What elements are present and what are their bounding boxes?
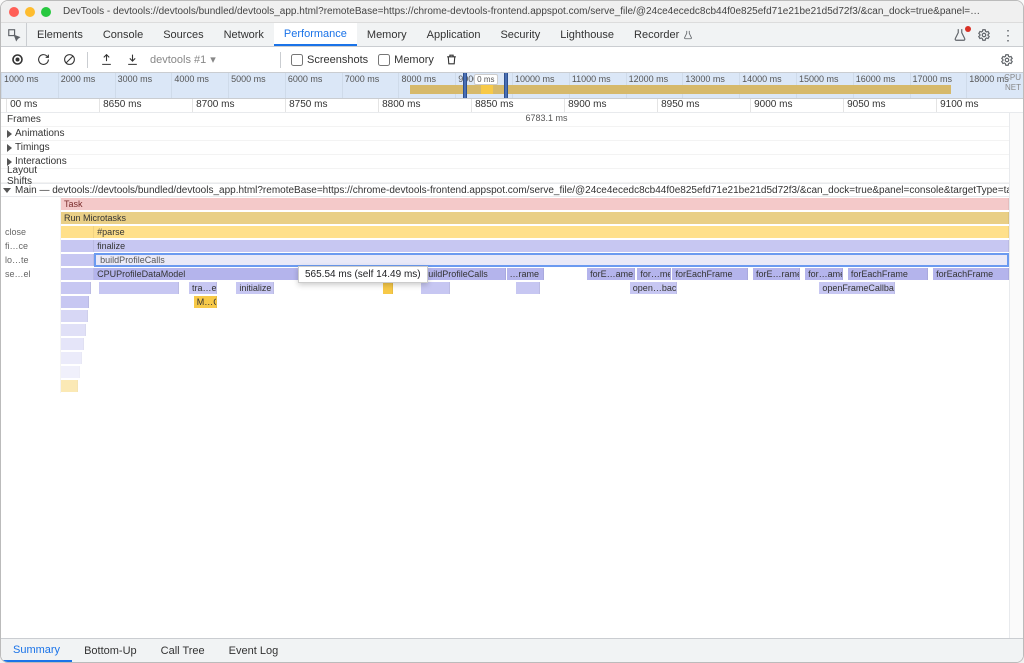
track-main-header[interactable]: Main — devtools://devtools/bundled/devto… xyxy=(1,183,1009,197)
flame-microtasks[interactable]: Run Microtasks xyxy=(61,212,1009,224)
window-title: DevTools - devtools://devtools/bundled/d… xyxy=(63,6,983,17)
flame-finalize[interactable]: finalize xyxy=(94,240,1009,252)
window-minimize-button[interactable] xyxy=(25,7,35,17)
flame-bar[interactable] xyxy=(99,282,180,294)
experiments-icon[interactable] xyxy=(953,28,967,42)
flame-bar[interactable] xyxy=(61,282,91,294)
more-menu-icon[interactable]: ⋮ xyxy=(1001,28,1015,42)
chevron-down-icon: ▾ xyxy=(210,53,216,66)
tab-lighthouse[interactable]: Lighthouse xyxy=(550,23,624,46)
record-button[interactable] xyxy=(9,52,25,68)
details-tabs: Summary Bottom-Up Call Tree Event Log xyxy=(1,638,1023,662)
tab-application[interactable]: Application xyxy=(417,23,491,46)
flame-frame[interactable]: forEachFrame xyxy=(933,268,1009,280)
flame-bar[interactable] xyxy=(61,352,82,364)
reload-record-button[interactable] xyxy=(35,52,51,68)
flame-bar[interactable] xyxy=(61,310,88,322)
track-frames[interactable]: Frames 6783.1 ms xyxy=(1,113,1009,127)
flame-bar[interactable] xyxy=(61,268,94,280)
flame-bar[interactable] xyxy=(61,324,86,336)
flame-frame[interactable]: forEachFrame xyxy=(672,268,748,280)
flame-task[interactable]: Task xyxy=(61,198,1009,210)
tab-performance[interactable]: Performance xyxy=(274,23,357,46)
details-tab-eventlog[interactable]: Event Log xyxy=(217,639,291,662)
main-flamechart[interactable]: Task Run Microtasks close #parse xyxy=(1,197,1009,393)
overview-tick: 1000 ms xyxy=(1,73,58,98)
flame-bar[interactable] xyxy=(61,254,94,266)
vertical-scrollbar[interactable] xyxy=(1009,113,1023,638)
timeline-ruler[interactable]: 00 ms 8650 ms 8700 ms 8750 ms 8800 ms 88… xyxy=(1,99,1023,113)
settings-gear-icon[interactable] xyxy=(977,28,991,42)
flame-bar[interactable] xyxy=(61,226,94,238)
perf-toolbar: devtools #1 ▾ Screenshots Memory xyxy=(1,47,1023,73)
track-layout-shifts[interactable]: Layout Shifts xyxy=(1,169,1009,183)
flask-icon xyxy=(683,30,693,40)
devtools-tabs: Elements Console Sources Network Perform… xyxy=(1,23,1023,47)
flamechart-area: 00 ms 8650 ms 8700 ms 8750 ms 8800 ms 88… xyxy=(1,99,1023,638)
flame-frame[interactable]: for…ame xyxy=(805,268,843,280)
flame-openframecallback[interactable]: openFrameCallback xyxy=(819,282,895,294)
overview-right-labels: CPU NET xyxy=(1004,73,1021,93)
flame-frame[interactable]: forE…rame xyxy=(753,268,800,280)
flame-mc[interactable]: M…C xyxy=(194,296,218,308)
flame-tooltip: 565.54 ms (self 14.49 ms) xyxy=(298,266,428,283)
upload-profile-button[interactable] xyxy=(98,52,114,68)
tab-network[interactable]: Network xyxy=(214,23,274,46)
overview-handle-left[interactable] xyxy=(463,73,467,98)
overview-selection-label: 0 ms xyxy=(474,74,497,85)
flame-bar[interactable] xyxy=(61,296,89,308)
flame-frame[interactable]: …rame xyxy=(507,268,545,280)
tab-elements[interactable]: Elements xyxy=(27,23,93,46)
flame-bar[interactable] xyxy=(61,240,94,252)
tab-console[interactable]: Console xyxy=(93,23,153,46)
flame-bar[interactable] xyxy=(61,380,78,392)
flame-frame[interactable]: forEachFrame xyxy=(848,268,929,280)
flame-side xyxy=(1,197,61,211)
flame-bar[interactable] xyxy=(61,338,84,350)
window-zoom-button[interactable] xyxy=(41,7,51,17)
flame-bar[interactable] xyxy=(383,282,392,294)
flame-bar[interactable] xyxy=(421,282,449,294)
window-close-button[interactable] xyxy=(9,7,19,17)
memory-checkbox[interactable]: Memory xyxy=(378,54,434,66)
details-tab-bottomup[interactable]: Bottom-Up xyxy=(72,639,149,662)
gc-trash-icon[interactable] xyxy=(444,52,460,68)
flame-selected[interactable]: buildProfileCalls xyxy=(94,253,1009,267)
tab-memory[interactable]: Memory xyxy=(357,23,417,46)
tab-sources[interactable]: Sources xyxy=(153,23,213,46)
flame-buildprofilecalls-child[interactable]: buildProfileCalls xyxy=(420,268,505,280)
tab-recorder[interactable]: Recorder xyxy=(624,23,703,46)
window-titlebar: DevTools - devtools://devtools/bundled/d… xyxy=(1,1,1023,23)
flame-bar[interactable] xyxy=(61,366,80,378)
clear-button[interactable] xyxy=(61,52,77,68)
flame-bar[interactable] xyxy=(516,282,540,294)
flame-traee[interactable]: tra…ee xyxy=(189,282,217,294)
screenshots-checkbox[interactable]: Screenshots xyxy=(291,54,368,66)
download-profile-button[interactable] xyxy=(124,52,140,68)
flame-initialize[interactable]: initialize xyxy=(236,282,274,294)
flame-frame[interactable]: for…me xyxy=(637,268,670,280)
tab-security[interactable]: Security xyxy=(490,23,550,46)
timeline-overview[interactable]: 1000 ms 2000 ms 3000 ms 4000 ms 5000 ms … xyxy=(1,73,1023,99)
overview-gap xyxy=(481,84,493,94)
overview-handle-right[interactable] xyxy=(504,73,508,98)
capture-settings-gear-icon[interactable] xyxy=(999,52,1015,68)
profile-selector[interactable]: devtools #1 ▾ xyxy=(150,53,270,66)
inspect-icon[interactable] xyxy=(1,23,27,46)
details-tab-summary[interactable]: Summary xyxy=(1,639,72,662)
flame-openback[interactable]: open…back xyxy=(630,282,677,294)
flame-frame[interactable]: forE…ame xyxy=(587,268,634,280)
track-animations[interactable]: Animations xyxy=(1,127,1009,141)
track-interactions[interactable]: Interactions xyxy=(1,155,1009,169)
flame-parse[interactable]: #parse xyxy=(94,226,1009,238)
frame-marker: 6783.1 ms xyxy=(526,113,568,123)
details-tab-calltree[interactable]: Call Tree xyxy=(149,639,217,662)
track-timings[interactable]: Timings xyxy=(1,141,1009,155)
